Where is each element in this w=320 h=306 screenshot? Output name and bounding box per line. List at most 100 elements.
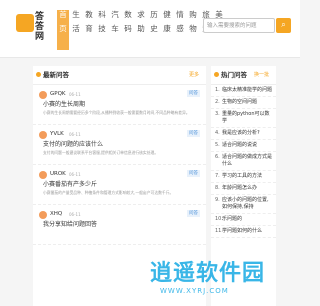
avatar bbox=[39, 91, 47, 99]
nav-item-label-2: 码 bbox=[124, 24, 132, 33]
nav-item-6[interactable]: 求助 bbox=[135, 10, 147, 50]
question-excerpt bbox=[43, 230, 200, 241]
post-date: 06-11 bbox=[69, 132, 81, 137]
nav-item-label-2: 康 bbox=[163, 24, 171, 33]
nav-item-4[interactable]: 汽车 bbox=[109, 10, 121, 50]
nav-item-5[interactable]: 数码 bbox=[122, 10, 134, 50]
username[interactable]: YVLK bbox=[50, 130, 64, 139]
latest-more-link[interactable]: 更多 bbox=[189, 66, 199, 84]
latest-title: 最新问答 bbox=[43, 71, 69, 79]
nav-item-label-1: 求 bbox=[137, 10, 145, 19]
nav-item-label-2: 技 bbox=[98, 24, 106, 33]
nav-item-7[interactable]: 历史 bbox=[148, 10, 160, 50]
question-item[interactable]: XHQ 06-11 问答我分享知给问题回答 bbox=[33, 205, 206, 245]
username[interactable]: XHQ bbox=[50, 210, 62, 219]
search-button[interactable]: ⌕ bbox=[276, 18, 291, 33]
hot-item[interactable]: 8. 年龄问题怎么办 bbox=[211, 183, 276, 195]
site-logo[interactable]: 答答网 bbox=[16, 12, 48, 46]
question-title[interactable]: 小赛番茄有产多少斤 bbox=[43, 181, 97, 189]
nav-item-label-2: 页 bbox=[59, 24, 67, 33]
nav-item-label-1: 汽 bbox=[111, 10, 119, 19]
nav-item-3[interactable]: 科技 bbox=[96, 10, 108, 50]
hot-item[interactable]: 1. 临床太精准能学的问题 bbox=[211, 85, 276, 97]
nav-item-label-1: 科 bbox=[98, 10, 106, 19]
hot-item-rank: 4. bbox=[215, 130, 220, 136]
hot-item[interactable]: 11. 学问题如何的什么 bbox=[211, 226, 276, 238]
post-date: 06-11 bbox=[69, 92, 81, 97]
hot-item-rank: 10. bbox=[215, 216, 223, 222]
question-item[interactable]: UROK 06-11 问答 小赛番茄有产多少斤 小赛番茄的产量受品种、种植条件和管理方式… bbox=[33, 165, 206, 205]
section-dot-icon bbox=[36, 72, 41, 77]
hot-item-label: 生物的空间问题 bbox=[222, 99, 258, 105]
hot-item-rank: 11. bbox=[215, 228, 223, 234]
hot-item[interactable]: 4. 我是应该的分析? bbox=[211, 128, 276, 140]
question-title[interactable]: 我分享知给问题回答 bbox=[43, 221, 97, 229]
hot-item-rank: 7. bbox=[215, 173, 220, 179]
hot-item[interactable]: 9. 应该小的问题的位置,如何保持,保持 bbox=[211, 195, 276, 214]
logo-text: 答答网 bbox=[35, 12, 45, 42]
nav-item-label-1: 购 bbox=[189, 10, 197, 19]
nav-item-label-1: 教 bbox=[85, 10, 93, 19]
nav-item-label-2: 活 bbox=[72, 24, 80, 33]
category-tag[interactable]: 问答 bbox=[187, 130, 200, 137]
hot-item-label: 重量的python可以数学 bbox=[222, 111, 270, 124]
category-tag[interactable]: 问答 bbox=[187, 170, 200, 177]
hot-item-label: 适合问题的说说 bbox=[222, 142, 258, 148]
nav-item-label-2: 物 bbox=[189, 24, 197, 33]
hot-item-rank: 2. bbox=[215, 99, 220, 105]
hot-item-rank: 8. bbox=[215, 185, 220, 191]
hot-refresh-link[interactable]: 换一批 bbox=[254, 66, 269, 84]
logo-icon bbox=[16, 14, 34, 32]
hot-header: 热门问答 换一批 bbox=[211, 66, 276, 85]
question-excerpt: 小赛的生长周期需要经历多个阶段,从播种到收获一般需要数月时间,不同品种略有差异。 bbox=[43, 110, 190, 115]
hot-item-rank: 9. bbox=[215, 197, 220, 203]
question-item[interactable]: GPQK 06-11 问答小赛的生长周期 小赛的生长周期需要经历多个阶段,从播种到收获… bbox=[33, 85, 206, 125]
hot-item-rank: 5. bbox=[215, 142, 220, 148]
nav-item-2[interactable]: 教育 bbox=[83, 10, 95, 50]
hot-item[interactable]: 6. 适合问题的做成方式是什么 bbox=[211, 152, 276, 171]
nav-item-label-1: 生 bbox=[72, 10, 80, 19]
nav-item-8[interactable]: 健康 bbox=[161, 10, 173, 50]
hot-item[interactable]: 10. 乐问题的 bbox=[211, 214, 276, 226]
question-title[interactable]: 支付的问题的应该什么 bbox=[43, 141, 103, 149]
nav-item-0[interactable]: 首页 bbox=[57, 10, 69, 50]
nav-item-10[interactable]: 购物 bbox=[187, 10, 199, 50]
username[interactable]: UROK bbox=[50, 170, 66, 179]
nav-item-label-1: 数 bbox=[124, 10, 132, 19]
question-title[interactable]: 小赛的生长周期 bbox=[43, 101, 85, 109]
search-input[interactable]: 输入需要搜索的问题 bbox=[203, 18, 275, 33]
nav-item-label-1: 情 bbox=[176, 10, 184, 19]
hot-item[interactable]: 7. 学习的工具的方法 bbox=[211, 171, 276, 183]
hot-item[interactable]: 5. 适合问题的说说 bbox=[211, 140, 276, 152]
avatar bbox=[39, 131, 47, 139]
nav-item-1[interactable]: 生活 bbox=[70, 10, 82, 50]
avatar bbox=[39, 211, 47, 219]
nav-item-label-2: 感 bbox=[176, 24, 184, 33]
question-item[interactable]: YVLK 06-11 问答支付的问题的应该什么 支付的问题一般建议联系平台客服,提供相… bbox=[33, 125, 206, 165]
hot-item-rank: 6. bbox=[215, 154, 220, 160]
latest-header: 最新问答 更多 bbox=[33, 66, 206, 85]
question-excerpt: 小赛番茄的产量受品种、种植条件和管理方式影响较大,一般亩产可达数千斤。 bbox=[43, 190, 174, 195]
nav-item-label-2: 车 bbox=[111, 24, 119, 33]
hot-item-label: 乐问题的 bbox=[222, 216, 243, 222]
section-dot-icon bbox=[214, 72, 219, 77]
username[interactable]: GPQK bbox=[50, 90, 66, 99]
category-tag[interactable]: 问答 bbox=[187, 90, 200, 97]
nav-item-label-2: 史 bbox=[150, 24, 158, 33]
category-tag[interactable]: 问答 bbox=[187, 210, 200, 217]
hot-item[interactable]: 3. 重量的python可以数学 bbox=[211, 109, 276, 128]
hot-item-rank: 3. bbox=[215, 111, 220, 117]
watermark-url: WWW.XYRJ.COM bbox=[160, 287, 229, 295]
nav-item-label-1: 健 bbox=[163, 10, 171, 19]
hot-item-label: 适合问题的做成方式是什么 bbox=[222, 154, 273, 167]
question-excerpt: 支付的问题一般建议联系平台客服,提供相关订单信息进行核实处理。 bbox=[43, 150, 159, 155]
hot-item-label: 应该小的问题的位置,如何保持,保持 bbox=[222, 197, 269, 210]
top-header: 答答网 首页生活教育科技汽车数码求助历史健康情感购物旅游美食 输入需要搜索的问题… bbox=[0, 0, 300, 58]
hot-item-label: 我是应该的分析? bbox=[222, 130, 260, 136]
question-list: GPQK 06-11 问答 小赛的生长周期 小赛的生长周期需要经历多个阶段,从播种到收获… bbox=[33, 85, 206, 245]
post-date: 06-11 bbox=[69, 212, 81, 217]
nav-item-9[interactable]: 情感 bbox=[174, 10, 186, 50]
main-nav: 首页生活教育科技汽车数码求助历史健康情感购物旅游美食 bbox=[57, 10, 226, 50]
hot-item[interactable]: 2. 生物的空间问题 bbox=[211, 97, 276, 109]
nav-item-label-2: 育 bbox=[85, 24, 93, 33]
